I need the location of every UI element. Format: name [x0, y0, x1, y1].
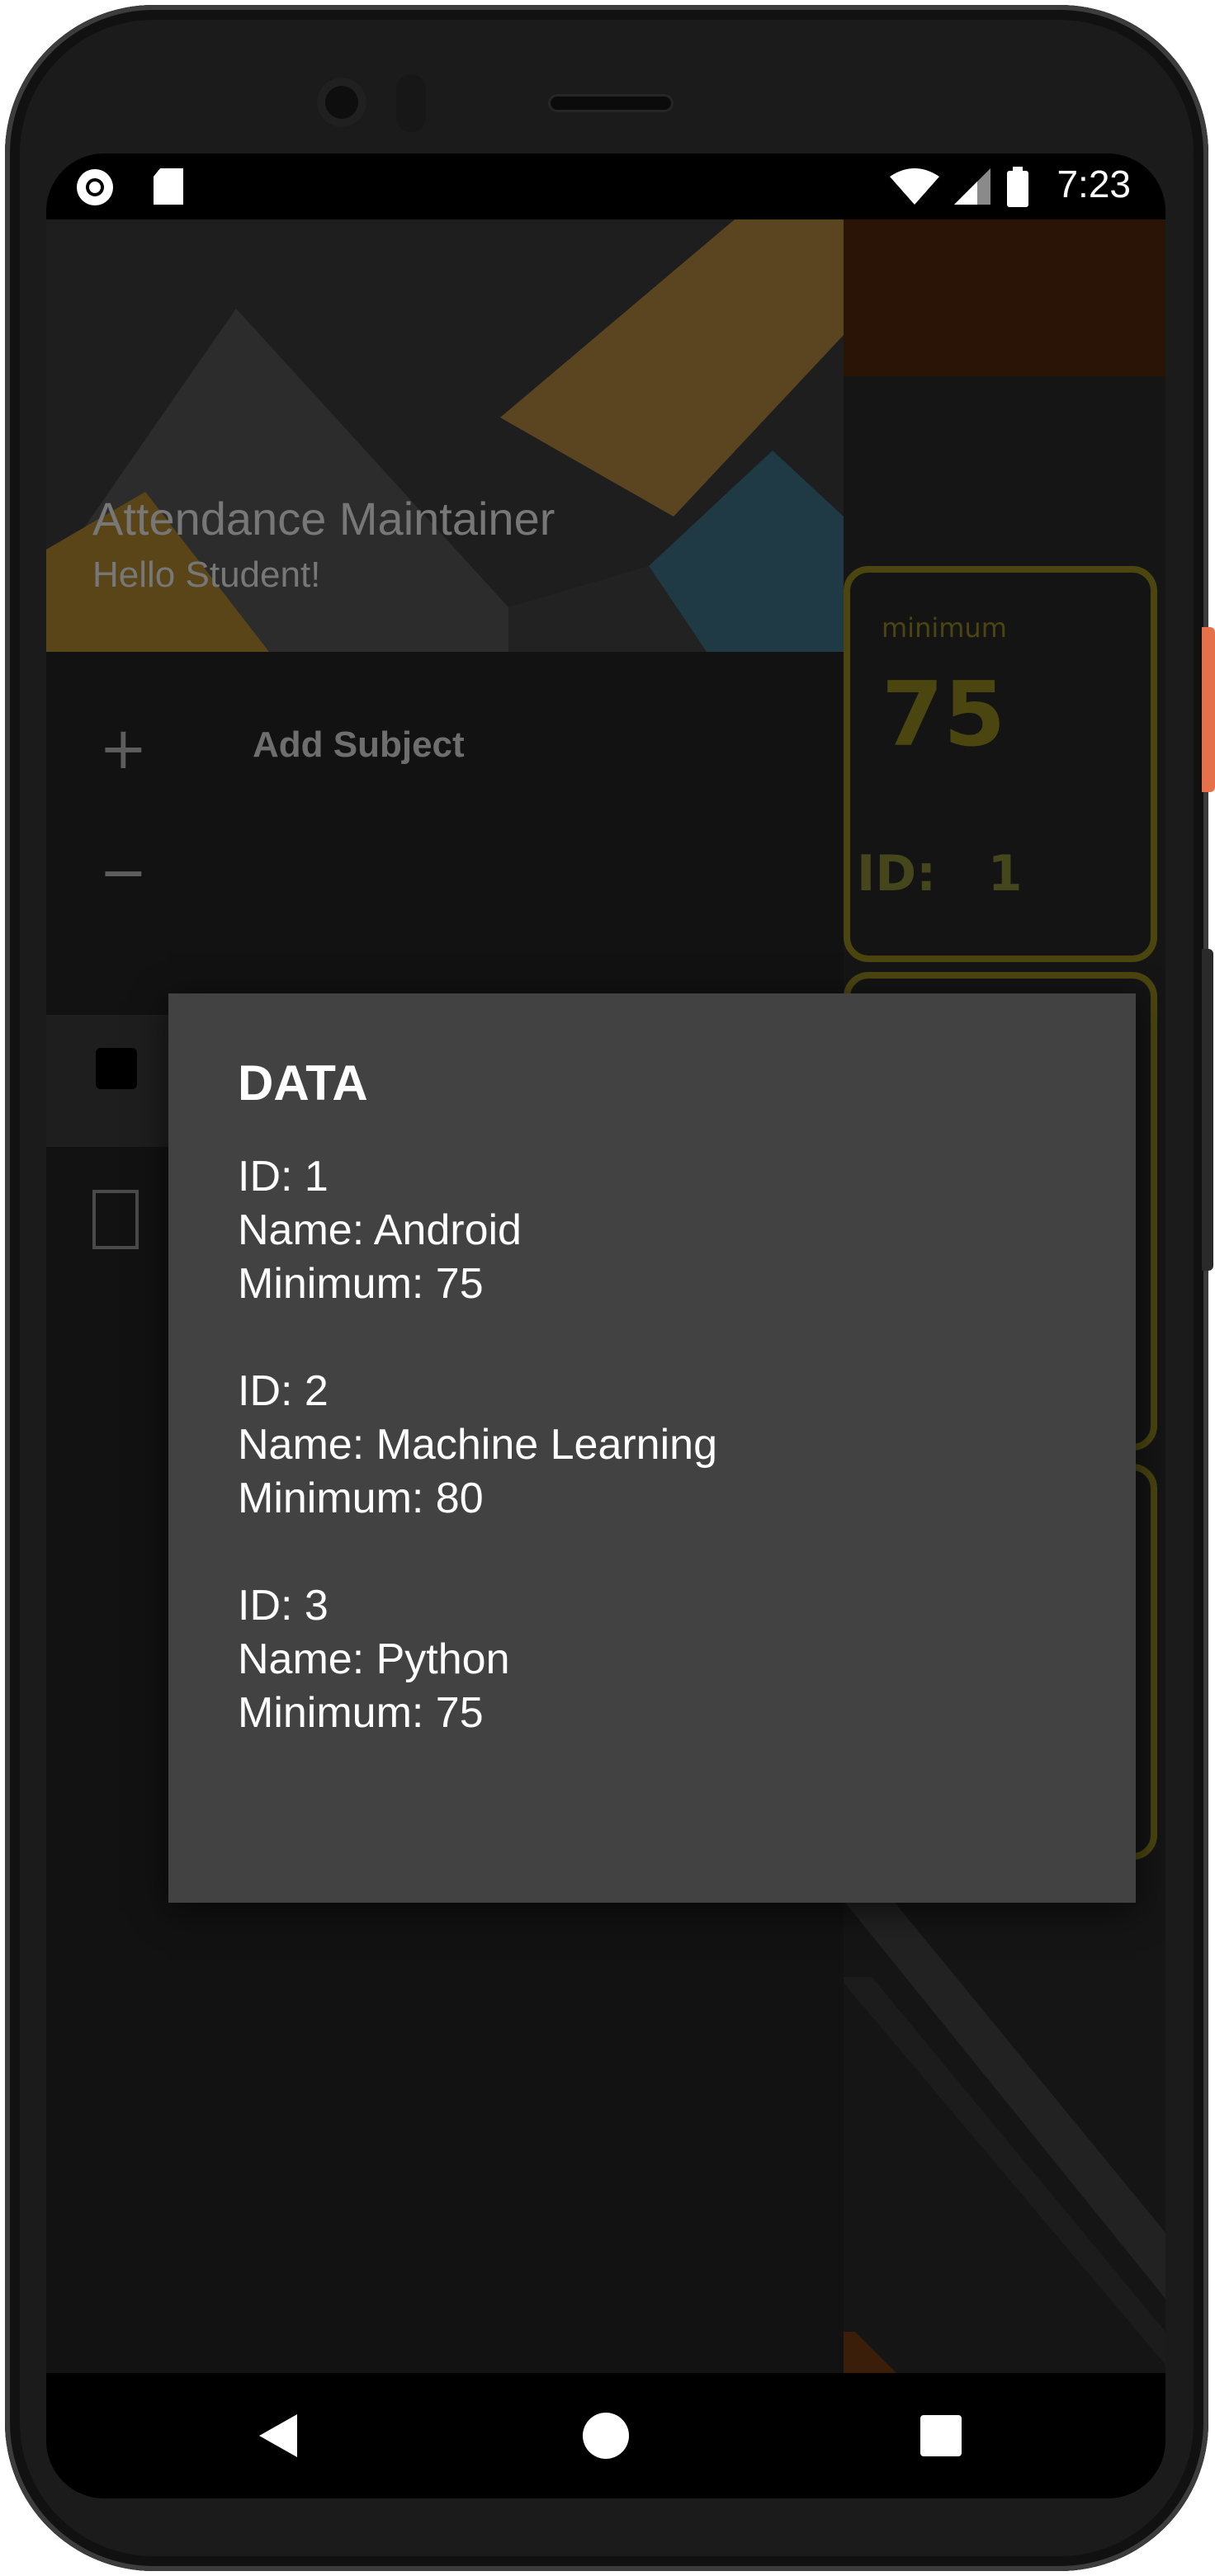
card-minimum-label: minimum — [882, 612, 1007, 644]
wifi-icon — [890, 168, 939, 205]
sensor — [396, 74, 426, 132]
dialog-message: ID: 1 Name: Android Minimum: 75 ID: 2 Na… — [238, 1150, 717, 1740]
plus-icon: + — [99, 715, 148, 782]
card-id: ID: 1 — [857, 845, 1023, 903]
status-bar: 7:23 — [46, 153, 1165, 219]
record-minimum: Minimum: 80 — [238, 1474, 484, 1522]
record-name: Name: Python — [238, 1635, 510, 1683]
battery-icon — [1007, 167, 1028, 207]
drawer-title: Attendance Maintainer — [92, 493, 555, 545]
record-minimum: Minimum: 75 — [238, 1689, 484, 1737]
drawer-item-label: Add Subject — [253, 724, 465, 765]
navigation-bar — [46, 2373, 1165, 2498]
drawer-subtitle: Hello Student! — [92, 554, 321, 595]
record-id: ID: 2 — [238, 1367, 329, 1415]
app-toolbar — [839, 219, 1165, 376]
home-icon — [583, 2413, 629, 2459]
screen: minimum 75 ID: 1 Attendance Maintainer H… — [46, 153, 1165, 2498]
drawer-item-add-subject[interactable]: + Add Subject — [46, 690, 844, 805]
data-dialog: DATA ID: 1 Name: Android Minimum: 75 ID:… — [168, 993, 1136, 1903]
front-camera — [317, 78, 366, 127]
record-icon — [77, 169, 113, 205]
background-stripes — [839, 1894, 1165, 2381]
drawer-item[interactable]: − — [46, 814, 844, 929]
signal-icon — [954, 168, 990, 205]
drawer-header: Attendance Maintainer Hello Student! — [46, 219, 844, 652]
card-minimum-value: 75 — [882, 663, 1006, 767]
record-name: Name: Android — [238, 1206, 522, 1254]
power-button — [1202, 627, 1215, 792]
record-id: ID: 3 — [238, 1582, 329, 1630]
minus-icon: − — [99, 838, 148, 906]
earpiece-speaker — [548, 94, 674, 112]
clock: 7:23 — [1057, 163, 1131, 205]
dialog-title: DATA — [238, 1055, 368, 1111]
volume-button — [1202, 949, 1213, 1271]
recents-button[interactable] — [915, 2409, 967, 2462]
back-icon — [259, 2414, 297, 2457]
back-button[interactable] — [253, 2409, 305, 2462]
record-minimum: Minimum: 75 — [238, 1260, 484, 1308]
record-name: Name: Machine Learning — [238, 1421, 717, 1469]
card-id-value: 1 — [987, 845, 1023, 903]
sd-card-icon — [154, 168, 183, 205]
document-icon — [92, 1190, 139, 1249]
home-button[interactable] — [579, 2409, 632, 2462]
recents-icon — [920, 2415, 962, 2456]
subject-card[interactable]: minimum 75 ID: 1 — [844, 566, 1157, 962]
drawer-item-icon — [96, 1048, 137, 1089]
record-id: ID: 1 — [238, 1153, 329, 1201]
card-id-label: ID: — [857, 845, 937, 903]
